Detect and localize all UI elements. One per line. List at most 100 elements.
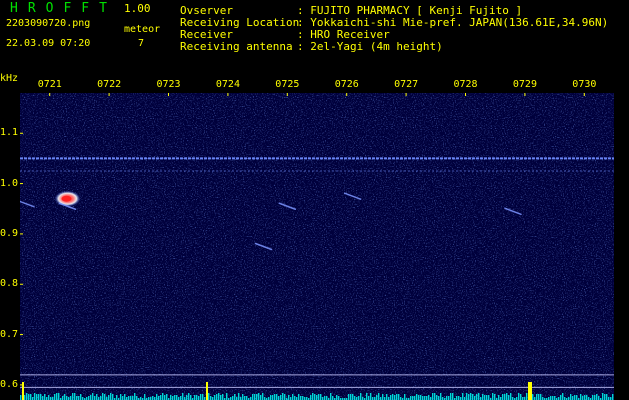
signal-level-bar: [352, 394, 354, 400]
signal-level-bar: [434, 393, 436, 400]
signal-level-bar: [156, 394, 158, 400]
signal-level-bar: [336, 395, 338, 400]
signal-level-bar: [278, 396, 280, 400]
signal-level-bar: [368, 396, 370, 400]
info-value-antenna: : 2el-Yagi (4m height): [297, 40, 443, 53]
signal-level-bar: [186, 395, 188, 400]
signal-level-bar: [66, 396, 68, 400]
signal-level-bar: [302, 396, 304, 400]
signal-level-bar: [194, 395, 196, 400]
signal-level-bar: [208, 393, 210, 400]
signal-level-bar: [392, 394, 394, 400]
x-tick-label: 0728: [453, 79, 478, 90]
signal-level-bar: [242, 394, 244, 400]
info-value-receiver: : HRO Receiver: [297, 28, 390, 41]
signal-level-bar: [572, 396, 574, 400]
signal-level-bar: [144, 394, 146, 400]
signal-level-bar: [526, 393, 528, 400]
signal-marker: [528, 382, 530, 400]
y-tick-label: 0.8: [0, 278, 19, 290]
signal-level-bar: [282, 393, 284, 400]
app-version: 1.00: [124, 2, 151, 15]
signal-level-bar: [100, 396, 102, 400]
signal-level-bar: [386, 394, 388, 400]
signal-level-bar: [216, 394, 218, 400]
signal-level-bar: [234, 394, 236, 400]
signal-level-bar: [456, 396, 458, 400]
signal-level-bar: [462, 393, 464, 400]
signal-level-bar: [358, 396, 360, 400]
x-tick-label: 0730: [572, 79, 597, 90]
signal-level-bar: [132, 396, 134, 400]
signal-level-bar: [196, 395, 198, 400]
signal-level-bar: [20, 395, 22, 400]
signal-level-bar: [254, 394, 256, 400]
signal-level-bar: [540, 394, 542, 400]
signal-level-bar: [484, 395, 486, 400]
signal-level-bar: [510, 393, 512, 400]
signal-level-bar: [602, 393, 604, 400]
signal-level-bar: [244, 396, 246, 400]
signal-level-bar: [176, 395, 178, 400]
spectrogram-plot: [20, 93, 614, 400]
signal-level-bar: [320, 394, 322, 400]
signal-level-bar: [222, 394, 224, 400]
signal-level-bar: [404, 394, 406, 400]
signal-level-bar: [366, 393, 368, 400]
signal-level-bar: [498, 395, 500, 400]
signal-level-bar: [42, 396, 44, 400]
signal-level-bar: [482, 394, 484, 400]
signal-level-bar: [538, 394, 540, 400]
signal-level-bar: [370, 393, 372, 400]
signal-level-bar: [292, 394, 294, 400]
signal-level-bar: [218, 393, 220, 400]
signal-level-bar: [476, 394, 478, 400]
signal-level-bar: [448, 396, 450, 400]
signal-level-bar: [210, 396, 212, 400]
signal-level-bar: [270, 395, 272, 400]
meteor-count-label: meteor: [124, 24, 161, 35]
signal-level-bar: [592, 395, 594, 400]
signal-level-bar: [28, 394, 30, 400]
signal-level-bar: [124, 394, 126, 400]
y-tick-label: 0.6: [0, 378, 19, 390]
signal-level-bar: [174, 395, 176, 400]
signal-level-bar: [474, 396, 476, 400]
signal-level-bar: [550, 396, 552, 400]
signal-level-bar: [116, 395, 118, 400]
x-tick-label: 0722: [97, 79, 122, 90]
info-value-location: : Yokkaichi-shi Mie-pref. JAPAN(136.61E,…: [297, 16, 609, 29]
signal-level-bar: [166, 394, 168, 400]
signal-level-bar: [446, 396, 448, 400]
signal-level-bar: [136, 396, 138, 400]
signal-level-bar: [284, 394, 286, 400]
signal-level-bar: [492, 393, 494, 400]
signal-level-bar: [450, 393, 452, 400]
signal-marker: [22, 382, 24, 400]
signal-level-bar: [34, 393, 36, 400]
signal-level-bar: [38, 394, 40, 400]
signal-level-bar: [330, 393, 332, 400]
signal-level-bar: [158, 396, 160, 400]
signal-level-bar: [104, 394, 106, 400]
signal-level-bar: [200, 394, 202, 400]
signal-level-bar: [536, 394, 538, 400]
signal-level-bar: [348, 394, 350, 400]
signal-level-bar: [252, 394, 254, 400]
signal-level-bar: [164, 395, 166, 400]
signal-level-bar: [378, 393, 380, 400]
signal-level-bar: [570, 394, 572, 400]
signal-level-bar: [582, 396, 584, 400]
signal-level-bar: [478, 393, 480, 400]
signal-level-bar: [80, 394, 82, 400]
signal-level-bar: [70, 396, 72, 400]
signal-level-bar: [276, 394, 278, 400]
signal-level-bar: [416, 394, 418, 400]
signal-level-bar: [130, 396, 132, 400]
signal-level-bar: [78, 396, 80, 400]
signal-level-bar: [506, 393, 508, 400]
meteor-head-echo-core: [61, 195, 72, 202]
signal-level-bar: [410, 396, 412, 400]
signal-level-bar: [472, 394, 474, 400]
signal-level-bar: [606, 394, 608, 400]
